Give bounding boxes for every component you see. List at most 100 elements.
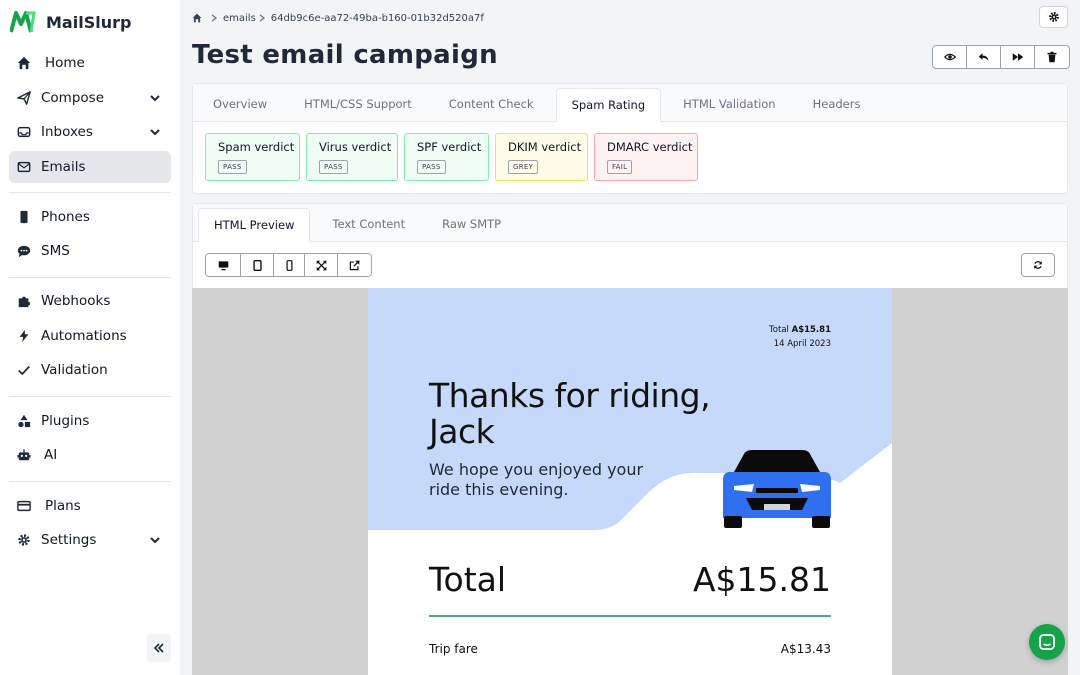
tab-headers[interactable]: Headers bbox=[798, 87, 876, 121]
refresh-button[interactable] bbox=[1021, 253, 1055, 277]
credit-card-icon bbox=[15, 497, 33, 515]
sidebar-item-plans[interactable]: Plans bbox=[9, 490, 171, 522]
car-icon bbox=[723, 450, 831, 528]
email-actions bbox=[932, 45, 1070, 69]
tab-spam-rating[interactable]: Spam Rating bbox=[555, 88, 662, 122]
bolt-icon bbox=[15, 327, 33, 345]
delete-button[interactable] bbox=[1035, 46, 1069, 68]
tab-text-content[interactable]: Text Content bbox=[317, 207, 420, 241]
home-icon[interactable] bbox=[192, 13, 202, 23]
fare-label: Trip fare bbox=[429, 642, 478, 656]
reply-button[interactable] bbox=[967, 46, 1001, 68]
sidebar-item-settings[interactable]: Settings bbox=[9, 524, 171, 556]
tab-html-validation[interactable]: HTML Validation bbox=[668, 87, 790, 121]
tablet-view-button[interactable] bbox=[241, 254, 274, 276]
sidebar-item-webhooks[interactable]: Webhooks bbox=[9, 285, 171, 317]
verdict-list: Spam verdict PASS Virus verdict PASS SPF… bbox=[193, 122, 1067, 192]
sidebar: MailSlurp Home Compose Inboxes Emails Ph… bbox=[0, 0, 180, 675]
sidebar-item-automations[interactable]: Automations bbox=[9, 320, 171, 352]
chevron-down-icon[interactable] bbox=[149, 534, 161, 546]
status-badge: PASS bbox=[417, 160, 446, 174]
paper-plane-icon bbox=[15, 89, 33, 107]
brand[interactable]: MailSlurp bbox=[10, 10, 131, 34]
status-badge: PASS bbox=[319, 160, 348, 174]
mobile-view-button[interactable] bbox=[274, 254, 305, 276]
sidebar-item-label: Webhooks bbox=[41, 293, 111, 309]
spf-verdict-card: SPF verdict PASS bbox=[404, 133, 489, 181]
sidebar-item-label: Validation bbox=[41, 362, 108, 378]
robot-icon bbox=[15, 446, 33, 464]
subtitle-line-2: ride this evening. bbox=[429, 480, 569, 499]
analysis-tabs: Overview HTML/CSS Support Content Check … bbox=[193, 84, 1067, 122]
divider bbox=[9, 481, 171, 482]
sidebar-item-emails[interactable]: Emails bbox=[9, 151, 171, 183]
sidebar-item-ai[interactable]: AI bbox=[9, 439, 171, 471]
collapse-sidebar-button[interactable] bbox=[147, 634, 171, 662]
tab-html-preview[interactable]: HTML Preview bbox=[198, 208, 311, 242]
mobile-icon bbox=[285, 259, 293, 271]
divider bbox=[9, 192, 171, 193]
forward-button[interactable] bbox=[1001, 46, 1035, 68]
status-badge: FAIL bbox=[607, 160, 633, 174]
total-value: A$15.81 bbox=[692, 560, 831, 599]
tab-raw-smtp[interactable]: Raw SMTP bbox=[427, 207, 516, 241]
email-preview-frame[interactable]: Total A$15.81 14 April 2023 Thanks for r… bbox=[192, 288, 1068, 675]
gear-icon bbox=[15, 531, 33, 549]
sidebar-item-phones[interactable]: Phones bbox=[9, 201, 171, 233]
sidebar-item-sms[interactable]: SMS bbox=[9, 235, 171, 267]
sidebar-item-inboxes[interactable]: Inboxes bbox=[9, 116, 171, 148]
desktop-view-button[interactable] bbox=[206, 254, 241, 276]
fare-value: A$13.43 bbox=[780, 642, 831, 656]
dkim-verdict-card: DKIM verdict GREY bbox=[495, 133, 588, 181]
virus-verdict-card: Virus verdict PASS bbox=[306, 133, 398, 181]
sidebar-item-label: Emails bbox=[41, 159, 86, 175]
fast-forward-icon bbox=[1012, 53, 1023, 61]
breadcrumb: emails 64db9c6e-aa72-49ba-b160-01b32d520… bbox=[192, 11, 484, 25]
envelope-icon bbox=[15, 158, 33, 176]
sidebar-item-label: Home bbox=[45, 55, 85, 71]
preview-toolbar bbox=[193, 242, 1067, 288]
tab-overview[interactable]: Overview bbox=[198, 87, 282, 121]
sidebar-item-home[interactable]: Home bbox=[9, 47, 171, 79]
tab-content-check[interactable]: Content Check bbox=[434, 87, 549, 121]
dmarc-verdict-card: DMARC verdict FAIL bbox=[594, 133, 698, 181]
chat-launcher-button[interactable] bbox=[1029, 624, 1065, 660]
subtitle-line-1: We hope you enjoyed your bbox=[429, 460, 644, 479]
sidebar-item-label: Compose bbox=[41, 90, 105, 106]
email-body: Total A$15.81 14 April 2023 Thanks for r… bbox=[368, 288, 892, 675]
phone-icon bbox=[15, 208, 33, 226]
sidebar-item-label: Automations bbox=[41, 328, 127, 344]
sidebar-item-label: Phones bbox=[41, 209, 90, 225]
mailslurp-logo-icon bbox=[10, 11, 36, 33]
receipt-meta: Total A$15.81 14 April 2023 bbox=[769, 323, 831, 351]
fullscreen-button[interactable] bbox=[305, 254, 338, 276]
settings-button[interactable] bbox=[1039, 6, 1068, 28]
open-external-button[interactable] bbox=[338, 254, 371, 276]
chevron-down-icon[interactable] bbox=[149, 92, 161, 104]
verdict-title: DMARC verdict bbox=[607, 140, 693, 154]
verdict-title: SPF verdict bbox=[417, 140, 482, 154]
expand-icon bbox=[316, 260, 326, 270]
sidebar-item-label: SMS bbox=[41, 243, 70, 259]
sidebar-item-plugins[interactable]: Plugins bbox=[9, 405, 171, 437]
tab-html-css-support[interactable]: HTML/CSS Support bbox=[289, 87, 427, 121]
total-row: Total A$15.81 bbox=[429, 560, 831, 599]
status-badge: GREY bbox=[508, 160, 539, 174]
shapes-icon bbox=[15, 412, 33, 430]
sidebar-item-validation[interactable]: Validation bbox=[9, 354, 171, 386]
email-headline: Thanks for riding, Jack bbox=[429, 376, 711, 450]
inbox-icon bbox=[15, 123, 33, 141]
verdict-title: DKIM verdict bbox=[508, 140, 582, 154]
external-link-icon bbox=[349, 259, 360, 270]
breadcrumb-emails-link[interactable]: emails bbox=[223, 13, 256, 24]
chevron-down-icon[interactable] bbox=[149, 126, 161, 138]
view-button[interactable] bbox=[933, 46, 967, 68]
total-amount: A$15.81 bbox=[791, 325, 831, 335]
sidebar-item-compose[interactable]: Compose bbox=[9, 82, 171, 114]
chat-icon bbox=[1039, 634, 1055, 650]
brand-name: MailSlurp bbox=[46, 12, 132, 32]
divider bbox=[429, 615, 831, 617]
headline-line-1: Thanks for riding, bbox=[429, 376, 711, 415]
gear-icon bbox=[1048, 12, 1059, 22]
spam-verdict-card: Spam verdict PASS bbox=[205, 133, 300, 181]
